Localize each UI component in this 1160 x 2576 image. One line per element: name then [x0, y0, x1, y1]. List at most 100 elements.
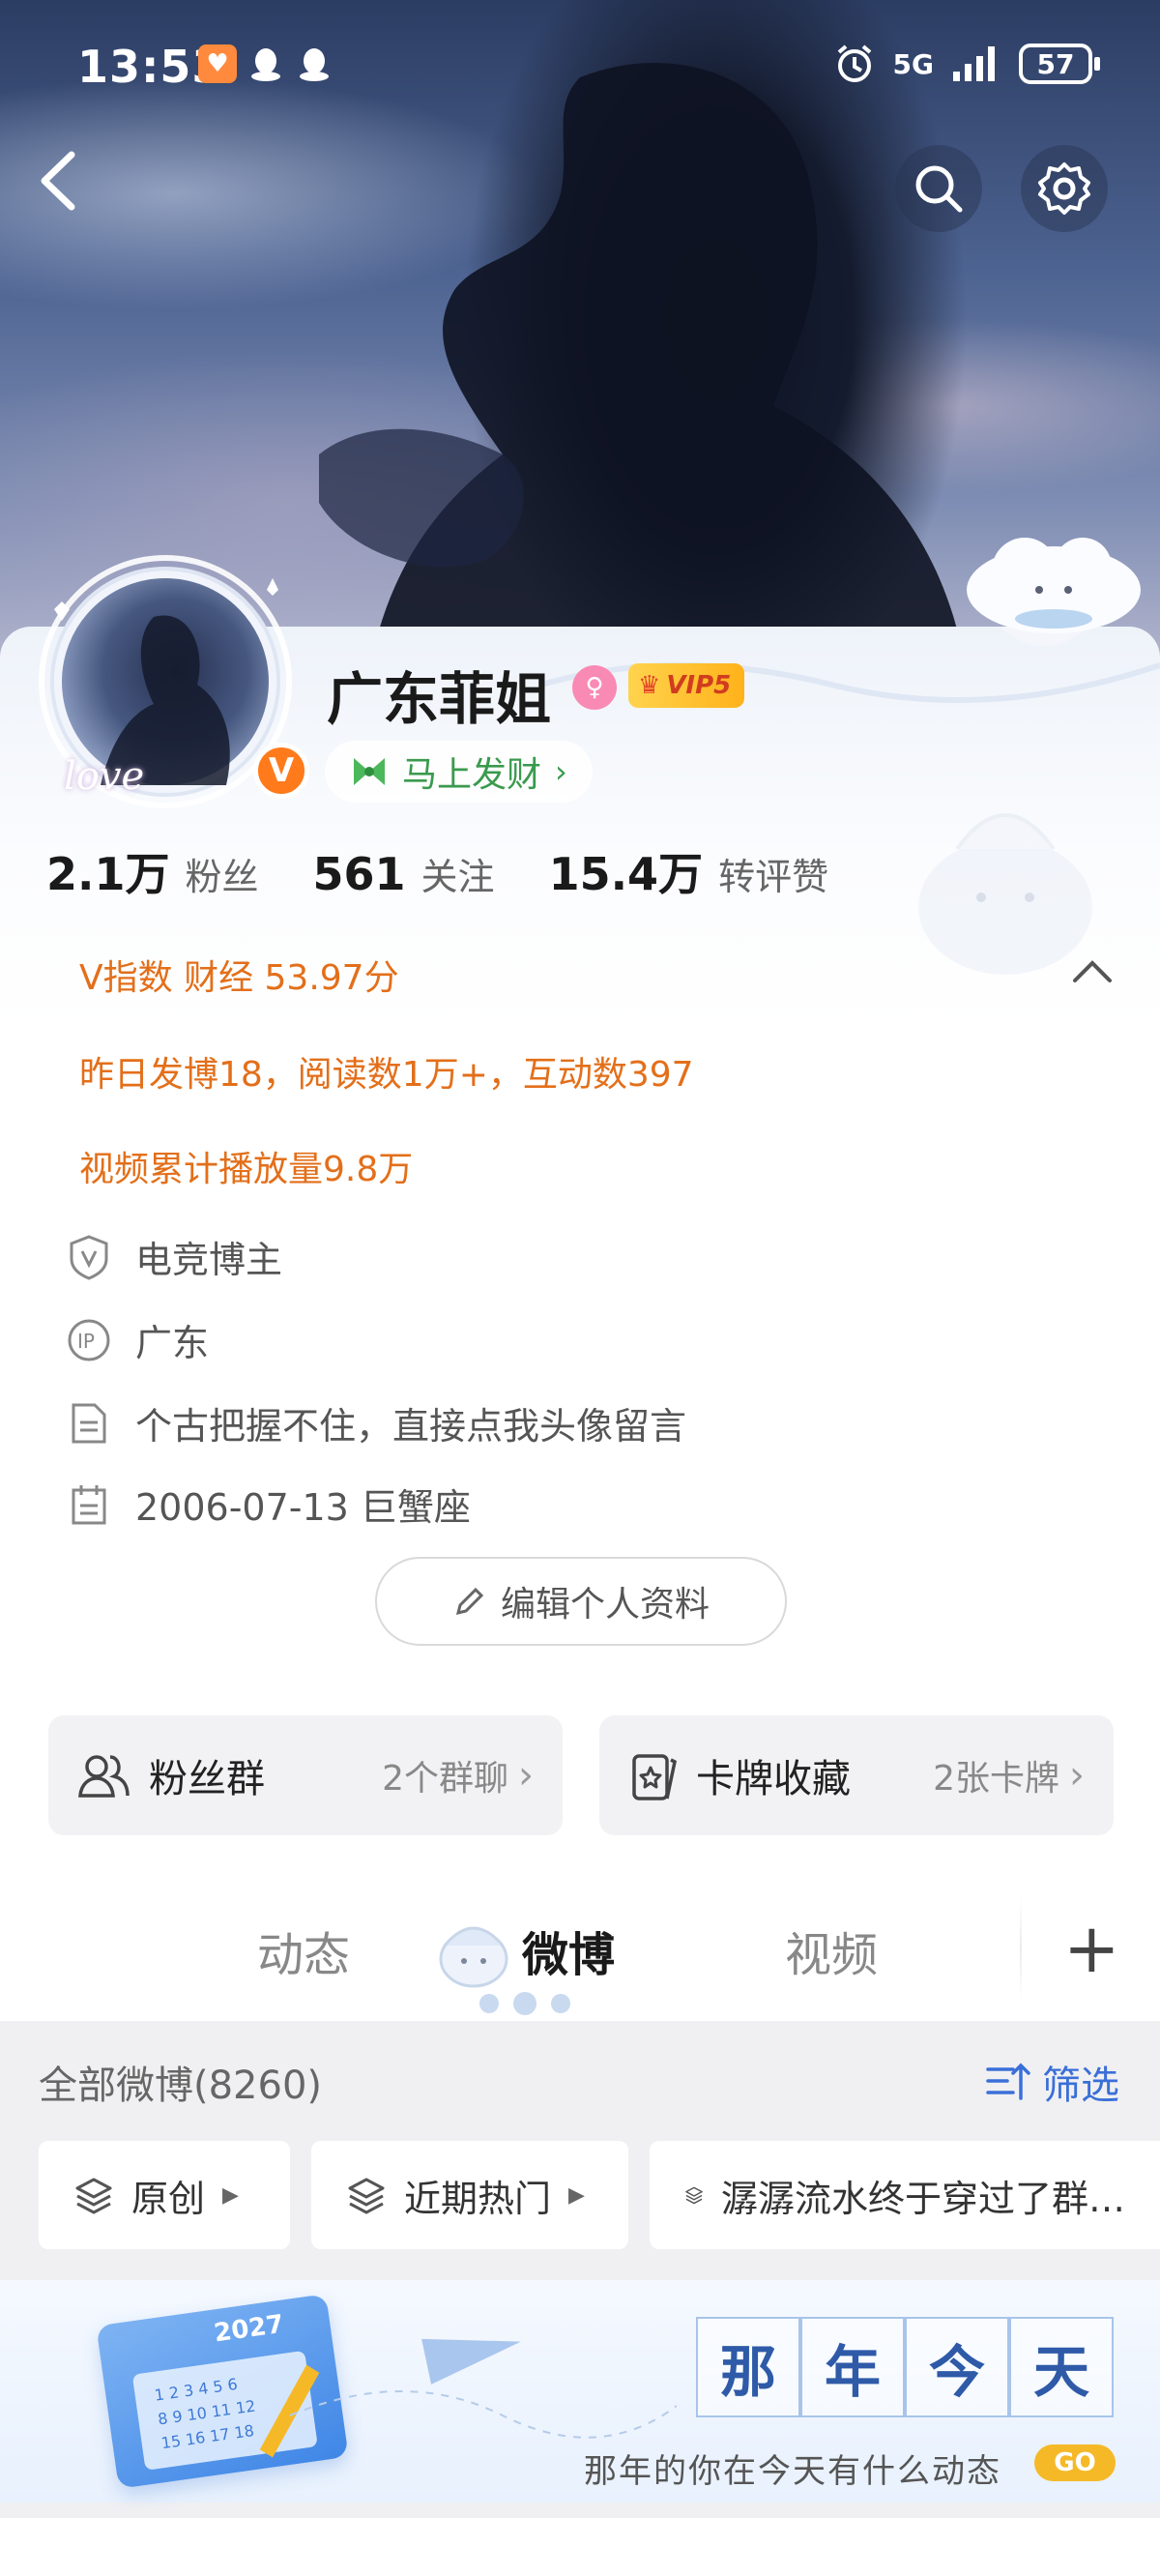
search-icon: [915, 165, 963, 213]
layers-icon: [75, 2178, 112, 2214]
layers-icon: [685, 2186, 703, 2205]
status-app-icons: ♥: [198, 44, 334, 83]
fortune-label: 马上发财: [402, 755, 542, 795]
chevron-right-icon: ›: [1069, 1753, 1085, 1798]
v-index-text[interactable]: V指数 财经 53.97分: [79, 950, 399, 1000]
svg-text:IP: IP: [77, 1330, 95, 1353]
fortune-button[interactable]: 马上发财 ›: [325, 741, 593, 803]
dashed-path-decoration: [290, 2390, 677, 2439]
tile-sub: 2个群聊: [382, 1759, 508, 1799]
chip-label: 近期热门: [404, 2177, 552, 2220]
memories-title: 那 年 今 天: [696, 2317, 1114, 2417]
chip-label: 潺潺流水终于穿过了群…: [720, 2177, 1125, 2220]
stat-following[interactable]: 561 关注: [313, 847, 495, 900]
alarm-icon: [837, 44, 871, 82]
feed-section: 全部微博(8260) 筛选 原创 ▶ 近期热门 ▶ 潺潺流水终于穿过了群… 20…: [0, 2021, 1160, 2576]
stat-label: 转评赞: [718, 856, 829, 898]
chip-label: 原创: [131, 2177, 206, 2220]
battery-level: 57: [1036, 47, 1075, 80]
stat-number: 15.4万: [548, 848, 704, 900]
group-icon: [78, 1755, 130, 1798]
document-icon: [66, 1400, 112, 1447]
tab-divider: [1020, 1895, 1022, 2002]
yesterday-stats-text: 昨日发博18，阅读数1万+，互动数397: [79, 1055, 694, 1095]
calendar-icon: [66, 1481, 112, 1528]
stat-followers[interactable]: 2.1万 粉丝: [46, 839, 259, 903]
memories-banner[interactable]: 2027 1 2 3 4 5 68 9 10 11 12 15 16 17 18 …: [0, 2280, 1160, 2503]
paper-plane-icon: [421, 2319, 526, 2385]
filter-icon: [986, 2063, 1030, 2100]
add-tab-icon[interactable]: +: [1063, 1915, 1120, 1982]
stat-number: 561: [312, 848, 406, 900]
qq-icon: [246, 44, 285, 83]
info-text: 个古把握不住，直接点我头像留言: [135, 1405, 687, 1448]
stat-label: 粉丝: [185, 856, 259, 898]
info-text: 2006-07-13 巨蟹座: [135, 1486, 471, 1529]
search-button[interactable]: [895, 145, 982, 232]
tile-label: 粉丝群: [149, 1757, 265, 1801]
tab-snow-indicator-icon: [479, 1992, 570, 2015]
chip-recent-hot[interactable]: 近期热门 ▶: [311, 2141, 628, 2249]
tile-label: 卡牌收藏: [696, 1757, 851, 1801]
profile-name: 广东菲姐: [327, 666, 552, 732]
title-char: 年: [800, 2317, 905, 2417]
green-bow-icon: [354, 758, 385, 785]
chip-original[interactable]: 原创 ▶: [39, 2141, 290, 2249]
stat-likes[interactable]: 15.4万 转评赞: [549, 839, 829, 903]
avatar-love-text: love: [64, 754, 145, 799]
network-label: 5G: [892, 47, 934, 80]
tab-video[interactable]: 视频: [785, 1917, 878, 1984]
filter-button[interactable]: 筛选: [984, 2054, 1119, 2110]
heart-app-icon: ♥: [198, 44, 237, 83]
chevron-right-icon: ›: [518, 1753, 534, 1798]
tab-weibo[interactable]: 微博: [522, 1917, 615, 1984]
go-button[interactable]: GO: [1034, 2444, 1116, 2481]
info-row-tag: 电竞博主: [66, 1230, 282, 1283]
gear-icon: [1038, 162, 1090, 215]
cloud-sticker-icon: [967, 538, 1141, 633]
snow-bunny-icon: [439, 1926, 508, 1988]
next-post-preview: [0, 2518, 1160, 2576]
vip-label: VIP5: [666, 671, 732, 700]
info-row-birthday: 2006-07-13 巨蟹座: [66, 1478, 471, 1531]
title-char: 今: [905, 2317, 1009, 2417]
tile-sub: 2张卡牌: [933, 1759, 1059, 1799]
info-text: 广东: [135, 1322, 210, 1364]
caret-right-icon: ▶: [568, 2182, 585, 2208]
title-char: 天: [1009, 2317, 1114, 2417]
info-row-bio: 个古把握不住，直接点我头像留言: [66, 1396, 686, 1449]
pencil-icon: [455, 1587, 484, 1616]
edit-profile-label: 编辑个人资料: [500, 1585, 710, 1625]
status-bar: 13:53 ♥ 5G 57: [0, 0, 1160, 145]
back-arrow-icon[interactable]: [33, 147, 91, 224]
info-row-ip: IP 广东: [66, 1313, 209, 1366]
chip-topic[interactable]: 潺潺流水终于穿过了群…: [650, 2141, 1160, 2249]
settings-button[interactable]: [1021, 145, 1108, 232]
memories-subtitle: 那年的你在今天有什么动态: [584, 2452, 1001, 2491]
verified-badge[interactable]: V: [253, 743, 309, 799]
card-icon: [632, 1754, 677, 1800]
stat-label: 关注: [420, 856, 495, 898]
filter-label: 筛选: [1042, 2064, 1119, 2108]
card-collection-tile[interactable]: 卡牌收藏 2张卡牌 ›: [599, 1715, 1114, 1835]
caret-right-icon: ▶: [222, 2182, 239, 2208]
title-char: 那: [696, 2317, 800, 2417]
v-shield-icon: [66, 1234, 112, 1280]
tab-dynamics[interactable]: 动态: [257, 1917, 350, 1984]
qq-icon: [295, 44, 334, 83]
vip-badge[interactable]: ♛ VIP5: [628, 663, 745, 708]
stat-number: 2.1万: [46, 848, 170, 900]
info-text: 电竞博主: [135, 1239, 283, 1281]
profile-page: 13:53 ♥ 5G 57 love V 广东菲姐 ♀ ♛ VIP5 马上发财 …: [0, 0, 1160, 2576]
chevron-right-icon: ›: [555, 753, 567, 790]
ip-icon: IP: [66, 1317, 112, 1363]
battery-icon: 57: [1019, 44, 1100, 84]
crown-icon: ♛: [638, 671, 661, 700]
stats-row: 2.1万 粉丝 561 关注 15.4万 转评赞: [46, 839, 883, 903]
status-right-icons: 5G 57: [833, 43, 1100, 85]
chevron-up-icon[interactable]: [1069, 951, 1116, 990]
feed-count: 全部微博(8260): [39, 2064, 323, 2108]
edit-profile-button[interactable]: 编辑个人资料: [375, 1557, 787, 1646]
avatar-frame[interactable]: love V: [35, 551, 309, 812]
fan-group-tile[interactable]: 粉丝群 2个群聊 ›: [48, 1715, 563, 1835]
